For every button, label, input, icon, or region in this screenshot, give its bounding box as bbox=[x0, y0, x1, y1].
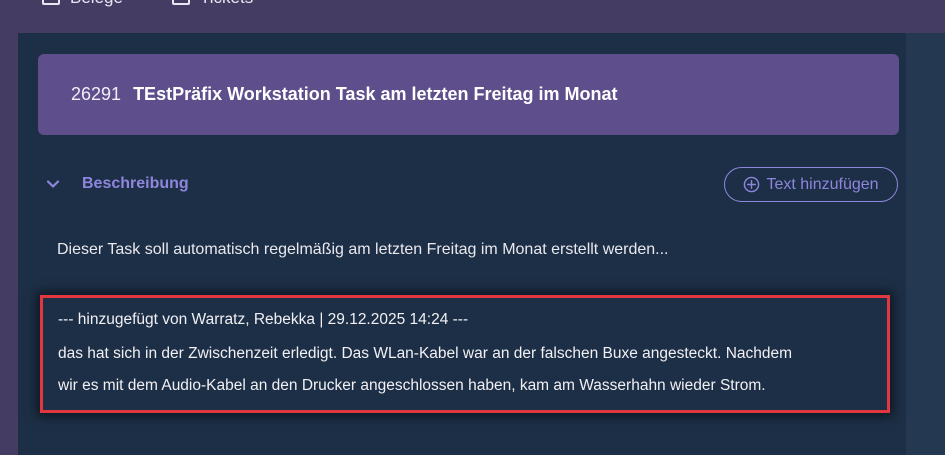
document-icon bbox=[42, 0, 60, 5]
nav-item-tickets[interactable]: Tickets bbox=[172, 0, 253, 10]
add-text-label: Text hinzufügen bbox=[766, 175, 879, 193]
top-navigation: Belege Tickets bbox=[0, 0, 945, 32]
task-header: 26291 TEstPräfix Workstation Task am let… bbox=[38, 54, 899, 135]
note-text-line: wir es mit dem Audio-Kabel an den Drucke… bbox=[58, 377, 766, 394]
nav-item-belege[interactable]: Belege bbox=[42, 0, 123, 10]
task-id: 26291 bbox=[71, 84, 122, 104]
scrollbar-track[interactable] bbox=[906, 33, 945, 455]
task-title: TEstPräfix Workstation Task am letzten F… bbox=[133, 84, 618, 104]
added-note: --- hinzugefügt von Warratz, Rebekka | 2… bbox=[40, 295, 890, 413]
nav-item-label: Tickets bbox=[200, 0, 253, 8]
section-title: Beschreibung bbox=[82, 175, 189, 192]
description-section-toggle[interactable]: Beschreibung bbox=[46, 175, 189, 193]
ticket-icon bbox=[172, 0, 190, 5]
note-header: --- hinzugefügt von Warratz, Rebekka | 2… bbox=[58, 311, 469, 328]
description-text: Dieser Task soll automatisch regelmäßig … bbox=[57, 241, 669, 258]
note-text-line: das hat sich in der Zwischenzeit erledig… bbox=[58, 345, 793, 362]
add-text-button[interactable]: Text hinzufügen bbox=[724, 167, 898, 202]
plus-circle-icon bbox=[744, 176, 760, 193]
nav-item-label: Belege bbox=[70, 0, 123, 8]
chevron-down-icon bbox=[46, 180, 60, 188]
